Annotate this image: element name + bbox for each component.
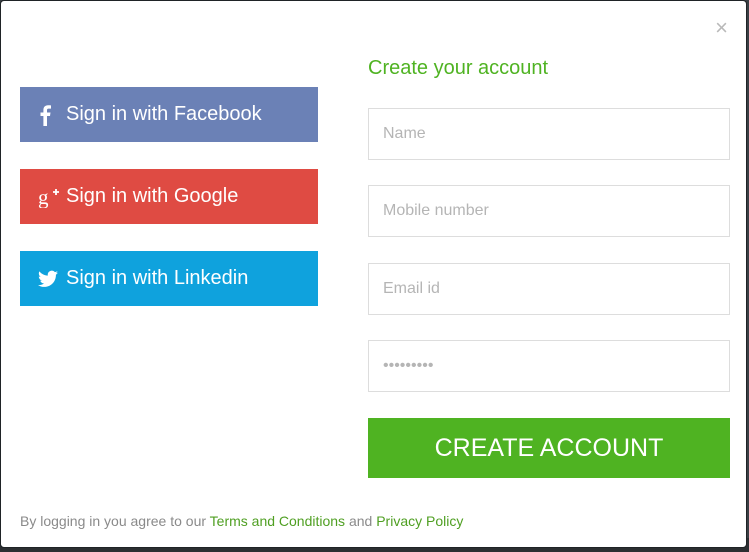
name-field[interactable] <box>368 108 730 160</box>
twitter-bird-icon <box>38 270 66 288</box>
form-title: Create your account <box>368 57 549 79</box>
create-account-button[interactable]: CREATE ACCOUNT <box>368 418 730 478</box>
close-icon[interactable]: × <box>715 17 728 39</box>
email-field[interactable] <box>368 263 730 315</box>
svg-text:g: g <box>38 186 49 208</box>
facebook-signin-button[interactable]: Sign in with Facebook <box>20 87 318 142</box>
facebook-icon <box>38 104 66 126</box>
mobile-number-field[interactable] <box>368 185 730 237</box>
linkedin-signin-button[interactable]: Sign in with Linkedin <box>20 251 318 306</box>
terms-and-conditions-link[interactable]: Terms and Conditions <box>210 513 345 529</box>
terms-prefix: By logging in you agree to our <box>20 513 210 529</box>
privacy-policy-link[interactable]: Privacy Policy <box>376 513 463 529</box>
signup-modal: × Sign in with Facebook g Sign in with G… <box>0 0 747 548</box>
google-plus-icon: g <box>38 186 66 208</box>
facebook-signin-label: Sign in with Facebook <box>66 103 262 125</box>
terms-conjunction: and <box>345 513 377 529</box>
password-field[interactable] <box>368 340 730 392</box>
terms-notice: By logging in you agree to our Terms and… <box>20 513 463 529</box>
google-signin-label: Sign in with Google <box>66 185 239 207</box>
google-signin-button[interactable]: g Sign in with Google <box>20 169 318 224</box>
linkedin-signin-label: Sign in with Linkedin <box>66 267 249 289</box>
